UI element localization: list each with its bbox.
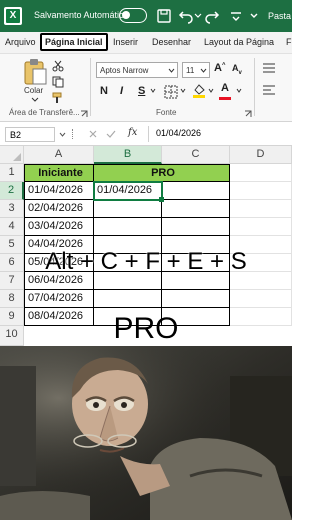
underline-button[interactable]: S [138, 85, 145, 97]
font-size-value: 11 [186, 66, 195, 75]
name-box-value: B2 [10, 130, 22, 140]
cell-b2[interactable]: 01/04/2026 [93, 181, 163, 201]
autosave-toggle[interactable] [119, 8, 147, 23]
cut-icon[interactable] [52, 60, 64, 72]
font-color-button[interactable]: A [221, 82, 229, 94]
select-all-icon [13, 153, 21, 161]
cell-a8[interactable]: 07/04/2026 [24, 290, 94, 308]
cell-c3[interactable] [162, 200, 230, 218]
column-header-d[interactable]: D [230, 146, 292, 164]
formula-separator [148, 126, 149, 142]
tab-pagina-inicial[interactable]: Página Inicial [40, 33, 108, 51]
pro-caption: PRO [113, 312, 179, 345]
fill-color-icon[interactable] [192, 83, 206, 99]
cell-c8[interactable] [162, 290, 230, 308]
font-group-label: Fonte [156, 108, 177, 117]
name-box[interactable]: B2 [5, 127, 55, 142]
cell-c4[interactable] [162, 218, 230, 236]
save-icon[interactable] [156, 8, 172, 24]
more-icon[interactable] [246, 8, 262, 24]
row-header-2[interactable]: 2 [0, 182, 24, 200]
title-bar: X Salvamento Automático Pasta [0, 0, 292, 32]
formula-bar-grip[interactable] [72, 129, 74, 139]
font-name-select[interactable]: Aptos Narrow [96, 62, 178, 78]
cell-d1[interactable] [230, 164, 292, 182]
tab-desenhar[interactable]: Desenhar [152, 37, 191, 47]
column-header-b[interactable]: B [94, 146, 162, 164]
row-header-1[interactable]: 1 [0, 164, 24, 182]
ribbon-separator [90, 58, 91, 116]
chevron-down-icon[interactable] [180, 88, 186, 93]
formula-content[interactable]: 01/04/2026 [156, 128, 201, 138]
cell-c2[interactable] [162, 182, 230, 200]
cell-a4[interactable]: 03/04/2026 [24, 218, 94, 236]
cell-b8[interactable] [94, 290, 162, 308]
copy-icon[interactable] [52, 76, 64, 88]
pro-reaction-image [0, 346, 292, 520]
cell-d2[interactable] [230, 182, 292, 200]
column-header-c[interactable]: C [162, 146, 230, 164]
cell-b1-c1-merged[interactable]: PRO [94, 164, 230, 182]
cell-a1[interactable]: Iniciante [24, 164, 94, 182]
row-header-8[interactable]: 8 [0, 290, 24, 308]
tab-layout-da-pagina[interactable]: Layout da Página [204, 37, 274, 47]
italic-button[interactable]: I [120, 85, 123, 97]
cell-b3[interactable] [94, 200, 162, 218]
format-painter-icon[interactable] [52, 92, 64, 104]
select-all-corner[interactable] [0, 146, 24, 164]
formula-bar: B2 fx 01/04/2026 [0, 122, 292, 146]
paste-icon[interactable] [22, 58, 48, 86]
customize-toolbar-icon[interactable] [228, 8, 244, 24]
paste-dropdown-icon[interactable] [31, 97, 39, 103]
bold-button[interactable]: N [100, 85, 108, 97]
align-left-icon[interactable] [262, 84, 276, 96]
clipboard-launcher-icon[interactable] [80, 110, 88, 118]
excel-logo-icon: X [4, 7, 22, 25]
cell-d8[interactable] [230, 290, 292, 308]
font-color-swatch [219, 97, 231, 100]
tab-formulas[interactable]: F [286, 37, 292, 47]
tab-inserir[interactable]: Inserir [113, 37, 138, 47]
document-title: Pasta [268, 11, 292, 21]
font-color-letter: A [221, 82, 229, 94]
cancel-icon[interactable] [88, 129, 98, 139]
borders-icon[interactable] [164, 85, 178, 99]
autosave-label: Salvamento Automático [34, 10, 129, 20]
row-header-3[interactable]: 3 [0, 200, 24, 218]
shortcut-caption: Alt + C + F + E + S [45, 248, 247, 275]
redo-icon[interactable] [204, 8, 220, 24]
cell-b4[interactable] [94, 218, 162, 236]
align-top-icon[interactable] [262, 62, 276, 74]
shrink-font-button[interactable]: Av [232, 63, 242, 76]
insert-function-button[interactable]: fx [128, 127, 137, 138]
font-size-select[interactable]: 11 [182, 62, 210, 78]
chevron-down-icon [200, 68, 207, 73]
tab-arquivo[interactable]: Arquivo [5, 37, 36, 47]
undo-icon[interactable] [178, 8, 194, 24]
column-header-a[interactable]: A [24, 146, 94, 164]
grow-font-label: A [214, 62, 222, 74]
fill-handle[interactable] [159, 197, 164, 202]
chevron-down-icon[interactable] [150, 88, 156, 93]
row-header-4[interactable]: 4 [0, 218, 24, 236]
chevron-down-icon[interactable] [208, 88, 214, 93]
cell-d3[interactable] [230, 200, 292, 218]
chevron-down-icon[interactable] [59, 132, 66, 137]
enter-check-icon[interactable] [106, 129, 116, 139]
grow-font-button[interactable]: A^ [214, 62, 225, 74]
font-name-value: Aptos Narrow [100, 66, 149, 75]
chevron-down-icon [168, 68, 175, 73]
chevron-down-icon[interactable] [236, 88, 242, 93]
illustration [0, 346, 292, 520]
ribbon: Colar Área de Transferê... Aptos Narrow … [0, 54, 292, 122]
cell-d4[interactable] [230, 218, 292, 236]
cell-a2[interactable]: 01/04/2026 [24, 182, 94, 200]
clipboard-group-label: Área de Transferê... [9, 108, 80, 117]
cell-a3[interactable]: 02/04/2026 [24, 200, 94, 218]
undo-dropdown-icon[interactable] [194, 8, 202, 24]
font-launcher-icon[interactable] [244, 110, 252, 118]
paste-label[interactable]: Colar [24, 86, 43, 95]
ribbon-separator [254, 58, 255, 116]
ribbon-tabs: Arquivo Página Inicial Inserir Desenhar … [0, 32, 292, 54]
